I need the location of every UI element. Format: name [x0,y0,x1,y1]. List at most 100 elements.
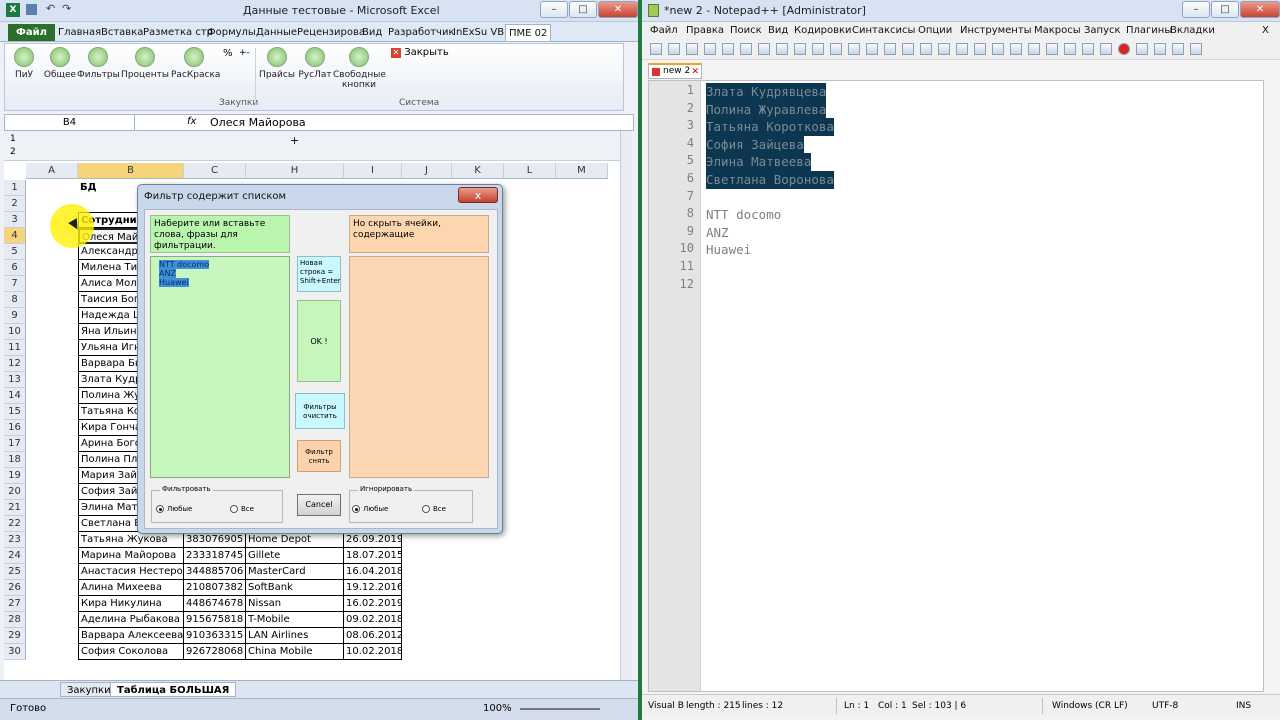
column-header[interactable]: I [344,163,402,179]
ok-button[interactable]: OK ! [297,300,341,382]
table-cell[interactable]: 910363315 [184,628,246,644]
table-cell[interactable]: SoftBank [246,580,344,596]
row-header[interactable]: 6 [4,260,26,276]
play-multi-icon[interactable] [1172,43,1184,55]
prices-button[interactable]: Прайсы [257,47,297,99]
npp-maximize-button[interactable]: □ [1211,1,1239,18]
table-cell[interactable]: Кира Никулина [78,596,184,612]
zoom-in-icon[interactable] [902,43,914,55]
tab-new-2[interactable]: new 2 ✕ [648,63,702,79]
table-cell[interactable]: 233318745 [184,548,246,564]
tab-view[interactable]: Вид [359,24,385,41]
table-cell[interactable]: China Mobile [246,644,344,660]
row-header[interactable]: 27 [4,596,26,612]
level-1-button[interactable]: 1 [10,134,16,144]
editor-line[interactable]: Полина Журавлева [706,100,827,119]
row-header[interactable]: 28 [4,612,26,628]
filter-all-radio[interactable]: Все [230,505,254,513]
level-2-button[interactable]: 2 [10,147,16,157]
wrap-icon[interactable] [974,43,986,55]
expand-plus-button[interactable]: + [290,134,299,147]
function-list-icon[interactable] [1064,43,1076,55]
sync-v-icon[interactable] [938,43,950,55]
monitor-icon[interactable] [1100,43,1112,55]
undo-icon[interactable] [830,43,842,55]
redo-icon[interactable] [848,43,860,55]
maximize-button[interactable]: □ [569,1,597,18]
table-cell[interactable]: LAN Airlines [246,628,344,644]
row-header[interactable]: 17 [4,436,26,452]
column-header[interactable]: J [402,163,452,179]
npp-minimize-button[interactable]: – [1182,1,1210,18]
table-cell[interactable]: Home Depot [246,532,344,548]
row-header[interactable]: 4 [4,228,26,244]
row-header[interactable]: 2 [4,196,26,212]
row-header[interactable]: 16 [4,420,26,436]
row-header[interactable]: 8 [4,292,26,308]
cut-icon[interactable] [776,43,788,55]
row-header[interactable]: 23 [4,532,26,548]
text-editor[interactable]: 1 2 3 4 5 6 7 8 9 10 11 12 Злата Кудрявцева Полина Ж… [648,80,1264,692]
row-header[interactable]: 1 [4,180,26,196]
plusminus-icon[interactable]: +- [239,48,250,58]
minimize-button[interactable]: – [540,1,568,18]
table-cell[interactable]: Марина Майорова [78,548,184,564]
menu-item[interactable]: Правка [686,25,724,36]
sync-h-icon[interactable] [956,43,968,55]
folder-icon[interactable] [1082,43,1094,55]
menu-item[interactable]: Кодировки [794,25,852,36]
table-cell[interactable]: 448674678 [184,596,246,612]
table-cell[interactable]: 344885706 [184,564,246,580]
table-cell[interactable]: 915675818 [184,612,246,628]
menu-item[interactable]: Запуск [1084,25,1121,36]
row-header[interactable]: 13 [4,372,26,388]
save-icon[interactable] [686,43,698,55]
save-macro-icon[interactable] [1190,43,1202,55]
row-header[interactable]: 21 [4,500,26,516]
table-cell[interactable]: Аделина Рыбакова [78,612,184,628]
tab-developer[interactable]: Разработчик [385,24,458,41]
coloring-button[interactable]: РасКраска [171,47,220,99]
ruslat-button[interactable]: РусЛат [297,47,333,99]
filter-words-textarea[interactable]: NTT docomo ANZ Huawei [150,256,290,478]
play-icon[interactable] [1154,43,1166,55]
table-cell[interactable]: T-Mobile [246,612,344,628]
table-cell[interactable]: Анастасия Нестерова [78,564,184,580]
row-header[interactable]: 7 [4,276,26,292]
editor-line[interactable]: София Зайцева [706,135,804,154]
row-header[interactable]: 25 [4,564,26,580]
column-header[interactable]: B [78,163,184,179]
clear-filters-button[interactable]: Фильтры очистить [295,393,345,429]
table-cell[interactable]: 16.04.2018 [344,564,402,580]
column-header[interactable]: A [26,163,78,179]
table-cell[interactable]: 10.02.2018 [344,644,402,660]
filter-any-radio[interactable]: Любые [156,505,192,513]
menu-item[interactable]: Плагины [1126,25,1172,36]
fx-icon[interactable]: fx [187,116,196,127]
indent-guide-icon[interactable] [1010,43,1022,55]
close-all-icon[interactable] [740,43,752,55]
tab-file[interactable]: Файл [8,24,55,41]
column-header[interactable]: M [556,163,608,179]
table-cell[interactable]: Варвара Алексеева [78,628,184,644]
column-header[interactable]: H [246,163,344,179]
column-header[interactable]: C [184,163,246,179]
name-box[interactable]: B4 [5,115,135,130]
npp-close-button[interactable]: ✕ [1240,1,1280,18]
redo-icon[interactable]: ↷ [62,2,71,15]
close-icon[interactable] [722,43,734,55]
table-cell[interactable]: Nissan [246,596,344,612]
editor-line[interactable]: Светлана Воронова [706,171,834,189]
open-icon[interactable] [668,43,680,55]
column-header[interactable]: K [452,163,504,179]
menu-item[interactable]: Вкладки [1170,25,1215,36]
menu-item[interactable]: Синтаксисы [852,25,915,36]
dialog-close-button[interactable]: x [458,187,498,203]
doc-map-icon[interactable] [1046,43,1058,55]
lang-icon[interactable] [1028,43,1040,55]
row-header[interactable]: 10 [4,324,26,340]
percents-button[interactable]: Проценты [121,47,169,99]
remove-filter-button[interactable]: Фильтр снять [297,440,341,472]
zoom-out-icon[interactable] [920,43,932,55]
row-header[interactable]: 15 [4,404,26,420]
